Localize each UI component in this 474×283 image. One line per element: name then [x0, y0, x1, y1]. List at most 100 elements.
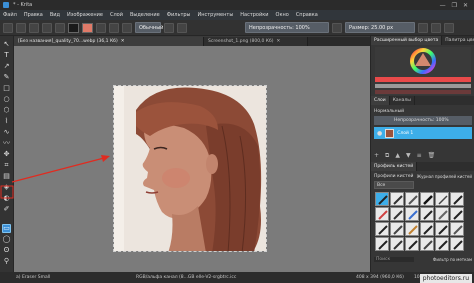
- color-wheel-icon[interactable]: [375, 47, 471, 95]
- rectangle-tool-icon[interactable]: □: [2, 84, 11, 93]
- maximize-button[interactable]: ❐: [452, 2, 457, 9]
- tab-layers[interactable]: Слои: [371, 96, 390, 105]
- tab-document-2[interactable]: Screenshot_1.png (800,0 Кб) ✕: [204, 37, 308, 46]
- tab-palette[interactable]: Палитра цве...: [442, 36, 474, 45]
- brush-preset[interactable]: [450, 237, 464, 251]
- bezier-tool-icon[interactable]: ∿: [2, 128, 11, 137]
- new-document-icon[interactable]: [3, 22, 13, 33]
- layer-row[interactable]: ● Слой 1: [374, 127, 472, 139]
- menu-view[interactable]: Вид: [50, 12, 60, 18]
- brush-preset[interactable]: [405, 192, 419, 206]
- tab-channels[interactable]: Каналы: [390, 96, 415, 105]
- brush-preset[interactable]: [405, 237, 419, 251]
- polygon-tool-icon[interactable]: ⬡: [2, 106, 11, 115]
- delete-layer-icon[interactable]: 🗑: [428, 152, 436, 160]
- polyline-tool-icon[interactable]: ⌇: [2, 117, 11, 126]
- tab-advanced-color-selector[interactable]: Расширенный выбор цвета: [371, 36, 443, 45]
- brush-preset[interactable]: [420, 222, 434, 236]
- brush-preset[interactable]: [420, 207, 434, 221]
- brush-preset[interactable]: [450, 222, 464, 236]
- save-document-icon[interactable]: [29, 22, 39, 33]
- brush-tag-select[interactable]: Все: [374, 181, 414, 189]
- brush-preset-icon[interactable]: [122, 22, 132, 33]
- brush-preset[interactable]: [375, 207, 389, 221]
- brush-preset[interactable]: [390, 207, 404, 221]
- gradient-tool-icon[interactable]: ▤: [2, 172, 11, 181]
- layer-opacity-slider[interactable]: Непрозрачность: 100%: [374, 116, 472, 125]
- color-picker-icon[interactable]: ✐: [2, 205, 11, 214]
- menu-filters[interactable]: Фильтры: [167, 12, 191, 18]
- brush-preset[interactable]: [435, 192, 449, 206]
- brush-preset[interactable]: [450, 207, 464, 221]
- brush-preset[interactable]: [390, 192, 404, 206]
- close-tab-icon[interactable]: ✕: [277, 39, 281, 44]
- fill-patterns-icon[interactable]: [96, 22, 106, 33]
- menu-file[interactable]: Файл: [3, 12, 17, 18]
- reset-opacity-icon[interactable]: [332, 22, 342, 33]
- text-tool-icon[interactable]: T: [2, 51, 11, 60]
- fill-tool-icon[interactable]: ◈: [2, 183, 11, 192]
- add-layer-icon[interactable]: +: [374, 152, 379, 160]
- menu-layer[interactable]: Слой: [110, 12, 123, 18]
- menu-help[interactable]: Справка: [296, 12, 318, 18]
- undo-icon[interactable]: [42, 22, 52, 33]
- foreground-color-swatch[interactable]: [68, 22, 79, 33]
- redo-icon[interactable]: [55, 22, 65, 33]
- brush-preset[interactable]: [420, 237, 434, 251]
- brush-preset[interactable]: [375, 237, 389, 251]
- freehand-path-icon[interactable]: 〰: [2, 139, 11, 148]
- preserve-alpha-icon[interactable]: [177, 22, 187, 33]
- brush-filter-label[interactable]: Фильтр по меткам: [433, 257, 472, 262]
- menu-window[interactable]: Окно: [276, 12, 289, 18]
- brush-size-slider[interactable]: Размер: 25.00 px: [345, 22, 415, 33]
- freehand-selection-icon[interactable]: ʘ: [2, 246, 11, 255]
- blend-mode-select[interactable]: Обычный: [135, 22, 163, 33]
- select-shapes-icon[interactable]: ↖: [2, 40, 11, 49]
- move-layer-up-icon[interactable]: ▲: [395, 152, 400, 160]
- mirror-horizontal-icon[interactable]: [418, 22, 428, 33]
- layer-properties-icon[interactable]: ≡: [417, 152, 422, 160]
- painting-portrait[interactable]: [113, 85, 267, 252]
- edit-shapes-icon[interactable]: ↗: [2, 62, 11, 71]
- move-tool-icon[interactable]: ✥: [2, 150, 11, 159]
- tab-brush-presets[interactable]: Профиль кистей: [371, 162, 418, 171]
- ellipse-tool-icon[interactable]: ○: [2, 95, 11, 104]
- visibility-icon[interactable]: ●: [377, 130, 382, 137]
- brush-search-input[interactable]: Поиск: [374, 256, 414, 262]
- eraser-mode-icon[interactable]: [164, 22, 174, 33]
- layer-blend-mode[interactable]: Нормальный: [374, 109, 404, 114]
- elliptical-selection-icon[interactable]: ◯: [2, 235, 11, 244]
- brush-tool-icon[interactable]: ✎: [2, 73, 11, 82]
- tab-document-1[interactable]: [Без названия]_quality_70...webp (36,1 К…: [14, 37, 204, 46]
- brush-preset[interactable]: [375, 222, 389, 236]
- brush-preset[interactable]: [405, 222, 419, 236]
- duplicate-layer-icon[interactable]: ⧉: [385, 152, 389, 160]
- zoom-tool-icon[interactable]: ⚲: [2, 257, 11, 266]
- brush-preset[interactable]: [435, 207, 449, 221]
- crop-tool-icon[interactable]: ⌗: [2, 161, 11, 170]
- background-color-swatch[interactable]: [82, 22, 93, 33]
- menu-image[interactable]: Изображение: [67, 12, 103, 18]
- gradient-icon[interactable]: [109, 22, 119, 33]
- canvas-area[interactable]: [14, 46, 370, 272]
- workspace-icon[interactable]: [444, 22, 454, 33]
- move-layer-down-icon[interactable]: ▼: [406, 152, 411, 160]
- menu-tools[interactable]: Инструменты: [197, 12, 233, 18]
- rectangular-selection-icon[interactable]: ▭: [2, 224, 11, 233]
- brush-preset[interactable]: [390, 237, 404, 251]
- brush-preset[interactable]: [435, 222, 449, 236]
- layer-name[interactable]: Слой 1: [397, 131, 413, 136]
- opacity-slider[interactable]: Непрозрачность: 100%: [245, 22, 329, 33]
- brush-preset[interactable]: [450, 192, 464, 206]
- menu-settings[interactable]: Настройки: [240, 12, 268, 18]
- open-document-icon[interactable]: [16, 22, 26, 33]
- brush-preset[interactable]: [405, 207, 419, 221]
- menu-edit[interactable]: Правка: [24, 12, 43, 18]
- mirror-vertical-icon[interactable]: [431, 22, 441, 33]
- close-tab-icon[interactable]: ✕: [121, 39, 125, 44]
- menu-select[interactable]: Выделение: [130, 12, 160, 18]
- close-button[interactable]: ✕: [463, 2, 468, 9]
- brush-preset[interactable]: [420, 192, 434, 206]
- brush-preset[interactable]: [390, 222, 404, 236]
- color-selector[interactable]: [375, 47, 471, 95]
